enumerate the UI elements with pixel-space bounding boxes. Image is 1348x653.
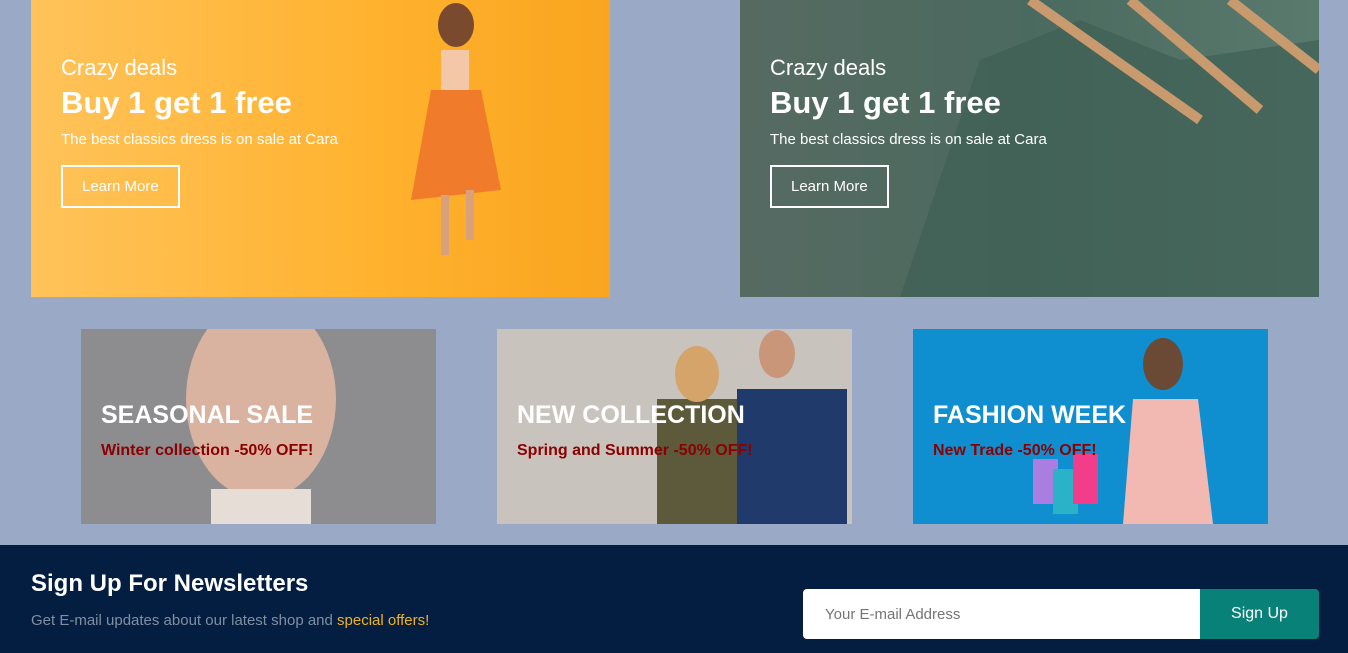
banner-title: Buy 1 get 1 free: [61, 85, 292, 120]
email-input[interactable]: [803, 589, 1200, 639]
banner-subtitle: Crazy deals: [770, 55, 887, 80]
banner-subtitle: Crazy deals: [61, 55, 178, 80]
sign-up-button[interactable]: Sign Up: [1200, 589, 1319, 639]
banner-tshirts: Crazy deals Buy 1 get 1 free The best cl…: [740, 0, 1319, 297]
special-offers-highlight: special offers!: [337, 612, 430, 629]
promo-text: Spring and Summer -50% OFF!: [517, 442, 753, 459]
promo-text: New Trade -50% OFF!: [933, 442, 1097, 459]
promo-title: NEW COLLECTION: [517, 401, 745, 429]
promo-title: SEASONAL SALE: [101, 401, 314, 429]
banner-title: Buy 1 get 1 free: [770, 85, 1001, 120]
promo-seasonal-sale[interactable]: SEASONAL SALE Winter collection -50% OFF…: [81, 329, 436, 524]
tshirts-image: [900, 0, 1319, 297]
promo-title: FASHION WEEK: [933, 401, 1127, 429]
learn-more-button[interactable]: Learn More: [770, 165, 889, 208]
newsletter-form: Sign Up: [803, 589, 1319, 639]
newsletter-section: Sign Up For Newsletters Get E-mail updat…: [0, 545, 1348, 653]
promo-new-collection[interactable]: NEW COLLECTION Spring and Summer -50% OF…: [497, 329, 852, 524]
promo-text: Winter collection -50% OFF!: [101, 442, 314, 459]
newsletter-description: Get E-mail updates about our latest shop…: [31, 612, 338, 629]
promo-fashion-week[interactable]: FASHION WEEK New Trade -50% OFF!: [913, 329, 1268, 524]
banner-dress: Crazy deals Buy 1 get 1 free The best cl…: [31, 0, 610, 297]
learn-more-button[interactable]: Learn More: [61, 165, 180, 208]
banner-text: The best classics dress is on sale at Ca…: [61, 131, 338, 148]
banner-text: The best classics dress is on sale at Ca…: [770, 131, 1047, 148]
